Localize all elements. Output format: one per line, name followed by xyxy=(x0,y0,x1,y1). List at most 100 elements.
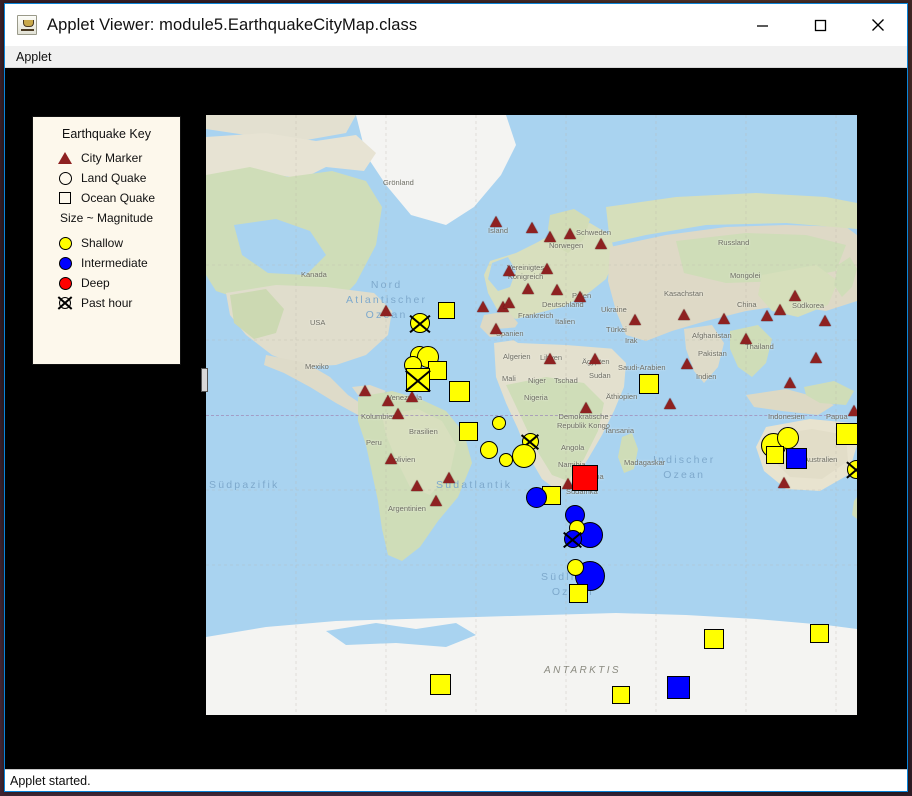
window-controls xyxy=(733,4,907,46)
city-marker[interactable] xyxy=(564,228,576,239)
legend-row-intermediate: Intermediate xyxy=(33,253,180,273)
applet-canvas: Nord Atlantischer Ozean Südatlantik Südpaz… xyxy=(5,68,907,769)
city-marker[interactable] xyxy=(490,216,502,227)
quake-marker-shallow[interactable] xyxy=(492,416,506,430)
city-marker[interactable] xyxy=(761,310,773,321)
map-edge-artifact xyxy=(201,368,208,392)
city-marker[interactable] xyxy=(784,377,796,388)
city-marker[interactable] xyxy=(392,408,404,419)
city-marker[interactable] xyxy=(522,283,534,294)
city-marker[interactable] xyxy=(490,323,502,334)
quake-marker-shallow[interactable] xyxy=(410,313,430,333)
legend-label-shallow: Shallow xyxy=(81,236,124,250)
legend-label-past-hour: Past hour xyxy=(81,296,133,310)
quake-marker-shallow[interactable] xyxy=(429,673,451,695)
city-marker[interactable] xyxy=(629,314,641,325)
city-marker[interactable] xyxy=(406,391,418,402)
city-marker[interactable] xyxy=(740,333,752,344)
city-marker[interactable] xyxy=(718,313,730,324)
city-marker[interactable] xyxy=(595,238,607,249)
city-marker[interactable] xyxy=(503,297,515,308)
city-marker[interactable] xyxy=(411,480,423,491)
city-marker[interactable] xyxy=(580,402,592,413)
menu-bar: Applet xyxy=(5,46,907,68)
city-marker[interactable] xyxy=(359,385,371,396)
quake-marker-intermediate[interactable] xyxy=(666,675,690,699)
quake-marker-shallow[interactable] xyxy=(836,423,857,445)
legend-label-land-quake: Land Quake xyxy=(81,171,147,185)
quake-marker-shallow[interactable] xyxy=(406,368,430,392)
quake-marker-shallow[interactable] xyxy=(437,301,455,319)
city-marker[interactable] xyxy=(574,291,586,302)
shallow-quake-icon xyxy=(55,234,75,252)
land-quake-icon xyxy=(55,169,75,187)
quake-marker-intermediate[interactable] xyxy=(525,486,547,508)
quake-marker-shallow[interactable] xyxy=(427,360,447,380)
city-marker[interactable] xyxy=(819,315,831,326)
intermediate-quake-icon xyxy=(55,254,75,272)
city-marker[interactable] xyxy=(544,231,556,242)
city-marker[interactable] xyxy=(526,222,538,233)
menu-item-applet[interactable]: Applet xyxy=(8,48,59,66)
quake-marker-intermediate[interactable] xyxy=(785,447,807,469)
world-map[interactable]: Nord Atlantischer Ozean Südatlantik Südpaz… xyxy=(206,115,857,715)
legend-row-shallow: Shallow xyxy=(33,233,180,253)
city-marker[interactable] xyxy=(541,263,553,274)
quake-marker-shallow[interactable] xyxy=(566,558,584,576)
city-marker[interactable] xyxy=(810,352,822,363)
city-marker[interactable] xyxy=(664,398,676,409)
quake-marker-shallow[interactable] xyxy=(480,441,498,459)
city-marker[interactable] xyxy=(443,472,455,483)
quake-marker-shallow[interactable] xyxy=(568,583,588,603)
legend-row-past-hour: Past hour xyxy=(33,293,180,313)
quake-marker-shallow[interactable] xyxy=(612,686,630,704)
city-marker[interactable] xyxy=(678,309,690,320)
window-title: Applet Viewer: module5.EarthquakeCityMap… xyxy=(47,15,418,34)
quake-marker-deep[interactable] xyxy=(572,465,598,491)
quake-marker-shallow[interactable] xyxy=(448,380,470,402)
city-marker-icon xyxy=(55,149,75,167)
city-marker[interactable] xyxy=(382,395,394,406)
equator-line xyxy=(206,415,857,416)
quake-marker-shallow[interactable] xyxy=(846,459,857,479)
quake-marker-shallow[interactable] xyxy=(512,444,536,468)
city-marker[interactable] xyxy=(848,405,857,416)
city-marker[interactable] xyxy=(503,265,515,276)
city-marker[interactable] xyxy=(551,284,563,295)
legend-row-land-quake: Land Quake xyxy=(33,168,180,188)
city-marker[interactable] xyxy=(380,305,392,316)
quake-marker-shallow[interactable] xyxy=(499,453,513,467)
java-applet-icon xyxy=(17,15,37,35)
maximize-button[interactable] xyxy=(791,4,849,46)
legend-row-city-marker: City Marker xyxy=(33,148,180,168)
quake-marker-shallow[interactable] xyxy=(639,374,659,394)
city-marker[interactable] xyxy=(385,453,397,464)
city-marker[interactable] xyxy=(774,304,786,315)
legend-label-city-marker: City Marker xyxy=(81,151,143,165)
legend-label-intermediate: Intermediate xyxy=(81,256,148,270)
city-marker[interactable] xyxy=(789,290,801,301)
status-bar: Applet started. xyxy=(5,769,907,791)
quake-marker-intermediate[interactable] xyxy=(564,530,582,548)
deep-quake-icon xyxy=(55,274,75,292)
minimize-button[interactable] xyxy=(733,4,791,46)
legend-label-ocean-quake: Ocean Quake xyxy=(81,191,156,205)
city-marker[interactable] xyxy=(589,353,601,364)
quake-marker-shallow[interactable] xyxy=(809,623,829,643)
legend-row-deep: Deep xyxy=(33,273,180,293)
legend-row-ocean-quake: Ocean Quake xyxy=(33,188,180,208)
quake-marker-shallow[interactable] xyxy=(704,629,724,649)
legend-size-note: Size ~ Magnitude xyxy=(59,211,154,225)
legend-label-deep: Deep xyxy=(81,276,110,290)
legend-title: Earthquake Key xyxy=(62,127,151,141)
city-marker[interactable] xyxy=(681,358,693,369)
quake-marker-shallow[interactable] xyxy=(458,421,478,441)
city-marker[interactable] xyxy=(430,495,442,506)
quake-marker-shallow[interactable] xyxy=(766,446,784,464)
past-hour-icon xyxy=(55,294,75,312)
city-marker[interactable] xyxy=(544,353,556,364)
city-marker[interactable] xyxy=(778,477,790,488)
city-marker[interactable] xyxy=(477,301,489,312)
close-button[interactable] xyxy=(849,4,907,46)
earthquake-key-legend: Earthquake Key City Marker Land Quake Oc… xyxy=(32,116,181,365)
